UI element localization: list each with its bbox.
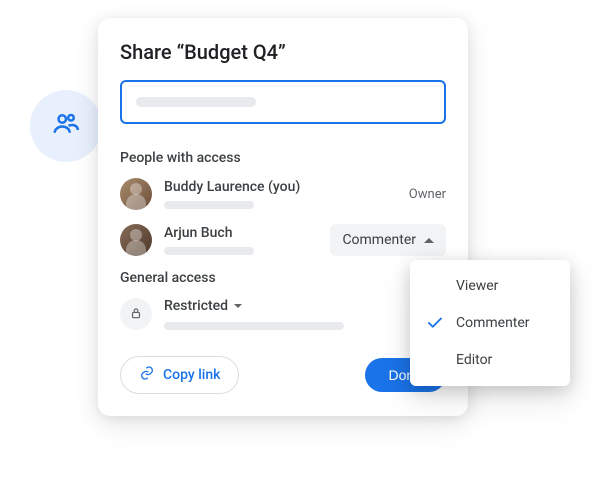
input-placeholder-skeleton <box>136 97 256 107</box>
caret-down-icon <box>234 304 242 308</box>
link-icon <box>139 365 155 385</box>
role-menu-item-commenter[interactable]: Commenter <box>410 304 570 342</box>
description-skeleton <box>164 322 344 330</box>
lock-icon <box>129 305 143 324</box>
general-access-heading: General access <box>120 270 446 286</box>
role-menu-item-editor[interactable]: Editor <box>410 342 570 378</box>
dialog-title: Share “Budget Q4” <box>120 40 446 64</box>
check-icon <box>426 314 444 332</box>
copy-link-button[interactable]: Copy link <box>120 356 239 394</box>
general-access-row: Restricted <box>120 298 446 330</box>
role-dropdown-button[interactable]: Commenter <box>330 224 446 256</box>
copy-link-label: Copy link <box>163 367 220 383</box>
role-menu-item-viewer[interactable]: Viewer <box>410 268 570 304</box>
menu-item-label: Editor <box>456 352 492 368</box>
role-owner-label: Owner <box>409 187 446 202</box>
role-menu: Viewer Commenter Editor <box>410 260 570 386</box>
person-name: Buddy Laurence (you) <box>164 179 397 195</box>
people-icon <box>51 109 81 143</box>
role-dropdown-label: Commenter <box>342 232 416 248</box>
general-access-dropdown[interactable]: Restricted <box>164 298 446 314</box>
person-row: Buddy Laurence (you) Owner <box>120 178 446 210</box>
people-icon-badge <box>30 90 102 162</box>
menu-item-label: Viewer <box>456 278 498 294</box>
general-access-label: Restricted <box>164 298 228 314</box>
person-row: Arjun Buch Commenter <box>120 224 446 256</box>
caret-up-icon <box>424 238 434 243</box>
people-access-heading: People with access <box>120 150 446 166</box>
menu-item-label: Commenter <box>456 315 530 331</box>
email-skeleton <box>164 247 254 255</box>
email-skeleton <box>164 201 254 209</box>
person-name: Arjun Buch <box>164 225 318 241</box>
lock-icon-badge <box>120 298 152 330</box>
avatar <box>120 178 152 210</box>
avatar <box>120 224 152 256</box>
add-people-input[interactable] <box>120 80 446 124</box>
